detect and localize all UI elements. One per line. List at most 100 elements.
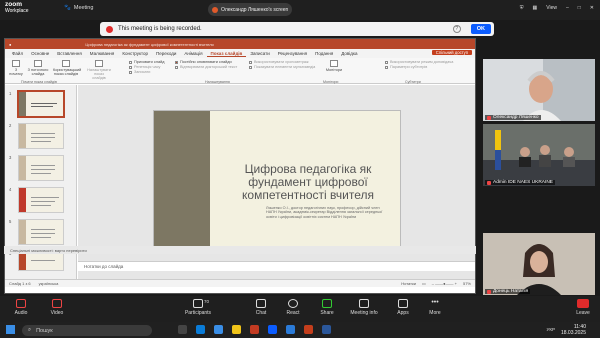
notes-pane[interactable]: Нотатки до слайда (78, 261, 475, 271)
powerpoint-icon[interactable] (304, 325, 313, 334)
ribbon-tab[interactable]: Записати (246, 51, 273, 56)
setup-show-button[interactable]: Налаштувати показ слайдів (87, 60, 111, 80)
screen-share-indicator[interactable]: Олександр Ляшенко's screen (208, 3, 292, 16)
apps-button[interactable]: Apps (388, 299, 418, 316)
group-label-setup: Налаштування (205, 80, 230, 84)
view-menu[interactable]: View (546, 5, 557, 11)
app-icon[interactable] (250, 325, 259, 334)
meeting-menu[interactable]: 🐾 Meeting (64, 5, 93, 11)
zoom-level[interactable]: 57% (463, 281, 471, 286)
ribbon-tab[interactable]: Малювання (86, 51, 119, 56)
ribbon-tab[interactable]: Файл (8, 51, 27, 56)
current-slide[interactable]: Цифрова педагогіка як фундамент цифрової… (153, 110, 401, 251)
participants-button[interactable]: Participants 70 (180, 299, 216, 316)
autosave-icon[interactable]: ● (9, 42, 11, 47)
language-indicator[interactable]: українська (39, 281, 59, 286)
more-button[interactable]: ••• More (420, 299, 450, 316)
windows-start-icon[interactable] (6, 325, 15, 334)
meeting-info-button[interactable]: Meeting info (346, 299, 382, 316)
mic-muted-icon (487, 289, 491, 294)
slide-number: 4 (9, 187, 12, 192)
zoom-logo-text: zoom (5, 1, 22, 8)
slide-number: 5 (9, 219, 12, 224)
from-start-button[interactable]: З початку (9, 60, 23, 76)
slide-thumbnails-pane[interactable]: 1 2 3 4 5 6 (5, 85, 77, 285)
info-icon (359, 299, 369, 308)
share-document-button[interactable]: Спільний доступ (431, 50, 472, 55)
telegram-icon[interactable] (286, 325, 295, 334)
maximize-icon[interactable]: □ (578, 5, 581, 11)
apps-label: Apps (397, 310, 409, 316)
group-label-monitors: Монітори (323, 80, 339, 84)
shield-icon[interactable]: ⛨ (520, 5, 524, 11)
slide-thumbnail[interactable] (18, 219, 64, 245)
ribbon-tab[interactable]: Основне (27, 51, 53, 56)
monitors-button[interactable]: Монітори (323, 60, 345, 72)
minimize-icon[interactable]: – (566, 5, 569, 11)
slide-thumbnail[interactable] (18, 155, 64, 181)
participant-name: Олександр Ляшенко (493, 115, 539, 120)
leave-icon (577, 299, 589, 308)
zoom-control-bar: Audio Video Participants 70 Chat React Sh… (0, 296, 600, 322)
ppt-ribbon: З початку З поточного слайда Користуваць… (5, 58, 475, 84)
play-narrations-label: Відтворювати дикторський текст (180, 65, 238, 69)
ribbon-tab[interactable]: Вставлення (53, 51, 86, 56)
notes-toggle[interactable]: Нотатки (401, 281, 416, 286)
slide-thumbnail[interactable] (17, 90, 65, 118)
meeting-info-label: Meeting info (350, 310, 378, 316)
chat-button[interactable]: Chat (246, 299, 276, 316)
audio-button[interactable]: Audio (6, 299, 36, 316)
ribbon-tab[interactable]: Показ слайдів (206, 51, 247, 57)
ok-button[interactable]: OK (470, 24, 491, 34)
share-button[interactable]: Share (312, 299, 342, 316)
zoom-app-icon[interactable] (268, 325, 277, 334)
zoom-slider[interactable]: – ——●—— + (432, 281, 457, 286)
ribbon-tab[interactable]: Рецензування (274, 51, 311, 56)
play-narrations-checkbox[interactable]: Відтворювати дикторський текст (175, 65, 247, 70)
show-media-checkbox[interactable]: Показувати елементи мультимедіа (249, 65, 321, 70)
slide-editing-area[interactable]: Цифрова педагогіка як фундамент цифрової… (78, 85, 475, 285)
ribbon-tab[interactable]: Анімація (180, 51, 206, 56)
share-label: Share (320, 310, 334, 316)
slide-thumbnail[interactable] (18, 187, 64, 213)
participant-name-label: Admin IDE NAES UKRAINE (485, 180, 555, 185)
help-icon[interactable]: ? (452, 25, 461, 33)
subtitle-settings-label: Параметри субтитрів (390, 65, 428, 69)
system-clock[interactable]: 11:40 18.03.2025 (561, 324, 586, 336)
slide-title[interactable]: Цифрова педагогіка як фундамент цифрової… (218, 163, 398, 202)
edge-icon[interactable] (196, 325, 205, 334)
normal-view-icon[interactable]: ▭ (422, 281, 426, 286)
ribbon-tab[interactable]: Переходи (152, 51, 180, 56)
chat-icon (256, 299, 266, 308)
slide-thumbnail[interactable] (18, 251, 64, 271)
accessibility-status[interactable]: Спеціальні можливості: варто перевірити (4, 246, 476, 254)
task-view-icon[interactable] (178, 325, 187, 334)
word-icon[interactable] (322, 325, 331, 334)
from-current-button[interactable]: З поточного слайда (27, 60, 49, 76)
subtitle-settings-button[interactable]: Параметри субтитрів (385, 65, 463, 70)
ribbon-tab[interactable]: Довідка (337, 51, 361, 56)
leave-button[interactable]: Leave (572, 299, 594, 316)
close-icon[interactable]: ✕ (590, 5, 594, 11)
react-button[interactable]: React (278, 299, 308, 316)
ribbon-tab[interactable]: Подання (311, 51, 337, 56)
chrome-icon[interactable] (214, 325, 223, 334)
mic-muted-icon (16, 299, 26, 308)
participant-video-tile[interactable]: Донець Наталія (483, 233, 595, 295)
custom-show-icon (62, 60, 70, 67)
record-button[interactable]: Записати (129, 70, 173, 75)
slide-number: 3 (9, 155, 12, 160)
grid-icon[interactable]: ▦ (533, 5, 538, 11)
monitors-label: Монітори (325, 68, 343, 72)
taskbar-search[interactable]: ⌕ Пошук (22, 325, 152, 336)
slide-subtitle[interactable]: Ляшенко О.І., доктор педагогічних наук, … (266, 206, 386, 219)
participant-video-tile[interactable]: Олександр Ляшенко (483, 59, 595, 121)
react-label: React (286, 310, 300, 316)
custom-show-button[interactable]: Користувацький показ слайдів (53, 60, 81, 76)
folder-icon[interactable] (232, 325, 241, 334)
participant-video-tile[interactable]: Admin IDE NAES UKRAINE (483, 124, 595, 186)
language-indicator[interactable]: УКР (547, 327, 555, 332)
slide-thumbnail[interactable] (18, 123, 64, 149)
video-button[interactable]: Video (42, 299, 72, 316)
ribbon-tab[interactable]: Конструктор (118, 51, 152, 56)
